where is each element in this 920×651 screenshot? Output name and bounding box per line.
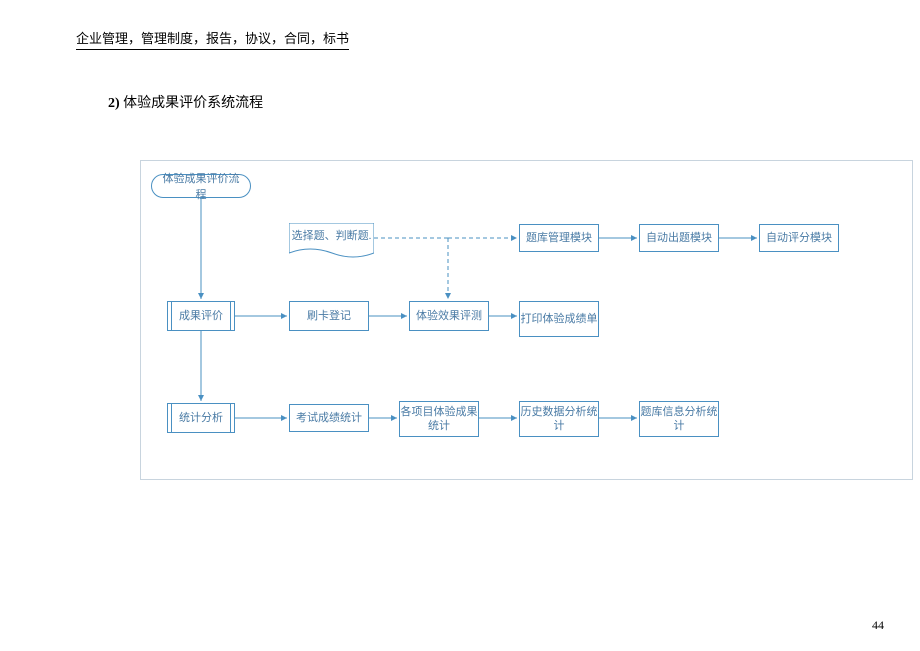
node-effect-test: 体验效果评测 — [409, 301, 489, 331]
page-number: 44 — [872, 618, 884, 633]
doc-node-label: 选择题、判断题. — [289, 229, 374, 243]
node-bank-info-stats: 题库信息分析统计 — [639, 401, 719, 437]
node-history-stats: 历史数据分析统计 — [519, 401, 599, 437]
node-auto-score: 自动评分模块 — [759, 224, 839, 252]
node-card-register: 刷卡登记 — [289, 301, 369, 331]
start-node: 体验成果评价流程 — [151, 174, 251, 198]
node-project-stats: 各项目体验成果统计 — [399, 401, 479, 437]
node-result-eval: 成果评价 — [167, 301, 235, 331]
node-stat-analysis: 统计分析 — [167, 403, 235, 433]
section-title-text: 体验成果评价系统流程 — [123, 96, 263, 111]
section-num: 2) — [108, 96, 120, 111]
flowchart-container: 体验成果评价流程 选择题、判断题. 题库管理模块 自动出题模块 自动评分模块 成… — [140, 160, 913, 480]
doc-node-questions: 选择题、判断题. — [289, 223, 374, 263]
doc-header: 企业管理，管理制度，报告，协议，合同，标书 — [76, 28, 349, 50]
node-auto-generate: 自动出题模块 — [639, 224, 719, 252]
section-title: 2) 体验成果评价系统流程 — [108, 92, 263, 112]
node-exam-stats: 考试成绩统计 — [289, 404, 369, 432]
node-print-result: 打印体验成绩单 — [519, 301, 599, 337]
node-question-bank-mgmt: 题库管理模块 — [519, 224, 599, 252]
